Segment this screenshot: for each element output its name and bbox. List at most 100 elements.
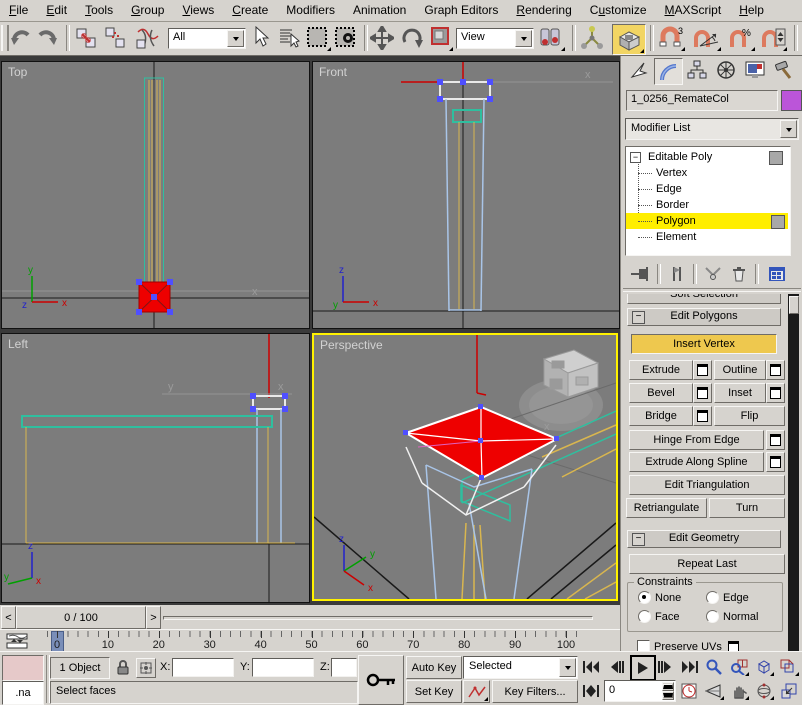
bevel-settings-button[interactable]: [693, 383, 712, 403]
object-name-field[interactable]: 1_0256_RemateCol: [626, 90, 778, 111]
bevel-button[interactable]: Bevel: [629, 383, 693, 403]
extrude-button[interactable]: Extrude: [629, 360, 693, 380]
spinner-snap-button[interactable]: [760, 26, 788, 52]
ruler-ticks[interactable]: 0102030405060708090100: [36, 631, 596, 651]
window-crossing-toggle-button[interactable]: [334, 26, 360, 52]
extrude-along-spline-settings-button[interactable]: [766, 452, 785, 472]
modifier-list-arrow[interactable]: [780, 120, 797, 138]
time-slider-track[interactable]: [163, 616, 593, 620]
z-coord-field[interactable]: [331, 658, 357, 677]
zoom-all-icon[interactable]: [728, 657, 750, 677]
unlink-selection-button[interactable]: [104, 26, 130, 52]
menu-item-animation[interactable]: Animation: [344, 0, 415, 21]
show-end-result-icon[interactable]: [665, 263, 689, 285]
frame-spinner[interactable]: [662, 682, 674, 700]
zoom-extents-icon[interactable]: [753, 657, 775, 677]
min-max-toggle-icon[interactable]: [778, 681, 800, 701]
key-filters-button[interactable]: Key Filters...: [492, 680, 578, 703]
angle-snap-button[interactable]: [692, 26, 722, 52]
key-mode-toggle-icon[interactable]: [581, 682, 601, 700]
mini-curve-editor-icon[interactable]: [4, 632, 30, 650]
configure-modifier-sets-icon[interactable]: [765, 263, 789, 285]
stack-item-element[interactable]: Element: [626, 229, 786, 245]
select-and-rotate-button[interactable]: [400, 26, 426, 52]
insert-vertex-button[interactable]: Insert Vertex: [631, 334, 777, 354]
menu-item-create[interactable]: Create: [223, 0, 277, 21]
inset-settings-button[interactable]: [766, 383, 785, 403]
menu-item-graph-editors[interactable]: Graph Editors: [415, 0, 507, 21]
menu-item-tools[interactable]: Tools: [76, 0, 122, 21]
redo-button[interactable]: [36, 26, 60, 50]
x-coord-field[interactable]: [172, 658, 234, 677]
field-of-view-icon[interactable]: [703, 681, 725, 701]
select-and-manipulate-button[interactable]: [580, 26, 606, 52]
extrude-along-spline-button[interactable]: Extrude Along Spline: [629, 452, 764, 472]
menu-item-help[interactable]: Help: [730, 0, 773, 21]
snap-3d-button[interactable]: 3: [658, 26, 686, 52]
stack-item-edge[interactable]: Edge: [626, 181, 786, 197]
modifier-list-dropdown[interactable]: Modifier List: [625, 118, 799, 140]
set-key-button[interactable]: Set Key: [406, 680, 462, 703]
pin-stack-icon[interactable]: [629, 263, 653, 285]
turn-button[interactable]: Turn: [709, 498, 785, 518]
time-slider-handle[interactable]: 0 / 100: [16, 606, 146, 629]
tab-utilities[interactable]: [770, 58, 797, 82]
pan-hand-icon[interactable]: [728, 681, 750, 701]
menu-item-file[interactable]: File: [0, 0, 37, 21]
tab-motion[interactable]: [712, 58, 739, 82]
next-frame-icon[interactable]: [656, 658, 676, 676]
select-by-name-button[interactable]: [278, 26, 302, 52]
retriangulate-button[interactable]: Retriangulate: [626, 498, 707, 518]
flip-button[interactable]: Flip: [714, 406, 785, 426]
edit-triangulation-button[interactable]: Edit Triangulation: [629, 475, 785, 495]
stack-item-border[interactable]: Border: [626, 197, 786, 213]
menu-item-views[interactable]: Views: [173, 0, 223, 21]
hinge-from-edge-button[interactable]: Hinge From Edge: [629, 430, 764, 450]
play-button[interactable]: [630, 655, 656, 681]
previous-frame-icon[interactable]: [607, 658, 627, 676]
menu-item-customize[interactable]: Customize: [581, 0, 656, 21]
tab-modify[interactable]: [654, 58, 683, 85]
bridge-settings-button[interactable]: [693, 406, 712, 426]
viewport-front[interactable]: x z x y Front: [312, 61, 620, 329]
preserve-uvs-checkbox[interactable]: Preserve UVs: [637, 640, 739, 651]
y-coord-field[interactable]: [252, 658, 314, 677]
select-and-scale-button[interactable]: [430, 26, 454, 52]
rollout-scrollbar[interactable]: [788, 294, 799, 651]
toolbar-drag-handle[interactable]: [1, 25, 9, 51]
undo-button[interactable]: [10, 26, 34, 50]
selection-filter-dropdown[interactable]: All: [168, 28, 246, 49]
stack-item-polygon[interactable]: Polygon: [626, 213, 788, 229]
percent-snap-button[interactable]: %: [728, 26, 756, 52]
outline-button[interactable]: Outline: [714, 360, 766, 380]
reference-coordsys-dropdown[interactable]: View: [456, 28, 534, 49]
mini-listener-macro[interactable]: [2, 655, 44, 681]
object-color-swatch[interactable]: [781, 90, 802, 111]
collapse-box[interactable]: −: [630, 152, 641, 163]
selection-filter-arrow[interactable]: [227, 30, 244, 47]
inset-button[interactable]: Inset: [714, 383, 766, 403]
stack-item-vertex[interactable]: Vertex: [626, 165, 786, 181]
tab-hierarchy[interactable]: [683, 58, 710, 82]
reference-coordsys-arrow[interactable]: [515, 30, 532, 47]
menu-item-edit[interactable]: Edit: [37, 0, 76, 21]
default-tangent-icon[interactable]: [463, 680, 490, 703]
viewport-top[interactable]: x y x z Top: [1, 61, 310, 329]
menu-item-rendering[interactable]: Rendering: [507, 0, 580, 21]
menu-item-maxscript[interactable]: MAXScript: [656, 0, 731, 21]
bind-to-space-warp-button[interactable]: [134, 26, 162, 52]
tab-create[interactable]: [625, 58, 652, 82]
outline-settings-button[interactable]: [766, 360, 785, 380]
bridge-button[interactable]: Bridge: [629, 406, 693, 426]
rollout-edit-geometry[interactable]: − Edit Geometry: [627, 530, 781, 548]
rollout-edit-polygons[interactable]: − Edit Polygons: [627, 308, 781, 326]
time-slider-next-button[interactable]: >: [146, 606, 161, 629]
go-to-end-icon[interactable]: [680, 658, 700, 676]
select-and-move-button[interactable]: [370, 26, 396, 52]
extrude-settings-button[interactable]: [693, 360, 712, 380]
tab-display[interactable]: [741, 58, 768, 82]
time-slider-prev-button[interactable]: <: [1, 606, 16, 629]
repeat-last-button[interactable]: Repeat Last: [629, 554, 785, 574]
time-configuration-icon[interactable]: [679, 682, 699, 700]
constraint-normal-radio[interactable]: Normal: [706, 610, 758, 623]
